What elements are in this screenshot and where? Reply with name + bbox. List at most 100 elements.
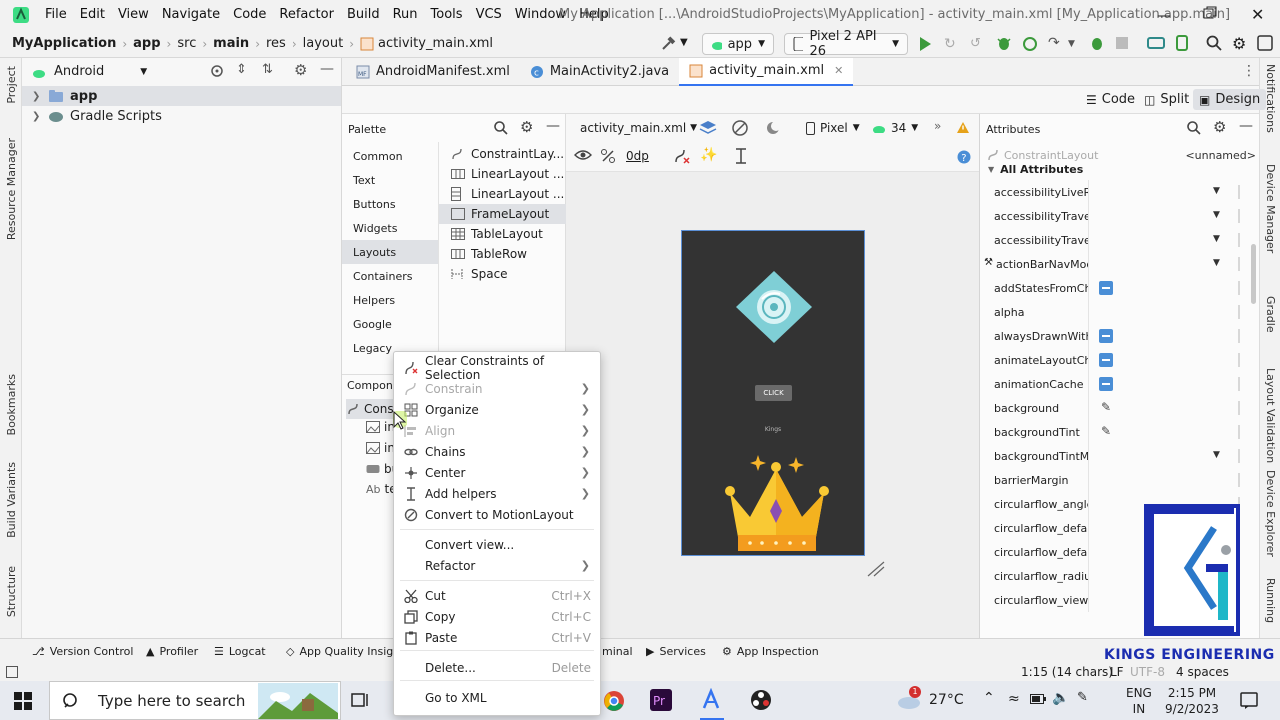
menu-refactor[interactable]: Refactor bbox=[279, 7, 334, 22]
menu-vcs[interactable]: VCS bbox=[476, 7, 502, 22]
stop-icon[interactable] bbox=[1116, 37, 1128, 49]
tool-window-bookmarks[interactable]: Bookmarks bbox=[5, 374, 18, 435]
premiere-taskbar-icon[interactable]: Pr bbox=[650, 689, 672, 711]
clear-constraints-toolbar-icon[interactable] bbox=[674, 148, 690, 164]
context-menu-item-convert-to-motionlayout[interactable]: Convert to MotionLayout bbox=[394, 504, 600, 525]
menu-file[interactable]: File bbox=[45, 7, 67, 22]
resource-picker-icon[interactable]: ✎ bbox=[1101, 400, 1111, 414]
mode-code-button[interactable]: ☰ Code bbox=[1086, 92, 1135, 107]
context-menu-item-center[interactable]: Center ❯ bbox=[394, 462, 600, 483]
breadcrumb-item[interactable]: MyApplication bbox=[12, 36, 116, 51]
attributes-hide-icon[interactable]: — bbox=[1239, 118, 1253, 134]
design-device-select[interactable]: Pixel ▼ bbox=[806, 121, 860, 135]
resize-handle-icon[interactable] bbox=[866, 560, 886, 578]
tool-services[interactable]: ▶ Services bbox=[646, 645, 706, 658]
menu-run[interactable]: Run bbox=[393, 7, 418, 22]
profile-icon[interactable] bbox=[1022, 36, 1038, 52]
chrome-taskbar-icon[interactable] bbox=[603, 690, 625, 712]
warning-icon[interactable] bbox=[956, 121, 970, 134]
tool-window-build-variants[interactable]: Build Variants bbox=[5, 462, 18, 538]
wifi-icon[interactable]: ≈ bbox=[1008, 691, 1020, 707]
attribute-value-field[interactable]: ▼ bbox=[1088, 180, 1250, 204]
android-studio-taskbar-icon[interactable] bbox=[700, 688, 724, 720]
context-menu-item-align[interactable]: Align ❯ bbox=[394, 420, 600, 441]
palette-settings-gear-icon[interactable]: ⚙ bbox=[520, 118, 533, 136]
obs-taskbar-icon[interactable] bbox=[750, 689, 772, 711]
run-config-select[interactable]: app ▼ bbox=[702, 33, 774, 55]
kings-text[interactable]: Kings bbox=[682, 426, 864, 433]
attribute-value-field[interactable] bbox=[1088, 468, 1250, 492]
attribute-value-field[interactable] bbox=[1088, 300, 1250, 324]
tool-version-control[interactable]: ⎇ Version Control bbox=[32, 645, 133, 658]
tab-activity-main[interactable]: activity_main.xml ✕ bbox=[679, 57, 854, 86]
tool-window-running[interactable]: Running bbox=[1264, 578, 1277, 623]
tool-app-quality-insights[interactable]: ◇ App Quality Insight bbox=[286, 645, 405, 658]
dropdown-chevron-icon[interactable]: ▼ bbox=[1213, 186, 1220, 196]
context-menu-item-cut[interactable]: Cut Ctrl+X bbox=[394, 585, 600, 606]
hammer-make-icon[interactable] bbox=[660, 36, 676, 52]
show-hidden-icons-chevron-icon[interactable]: ⌃ bbox=[983, 690, 995, 706]
locate-icon[interactable] bbox=[210, 64, 224, 78]
breadcrumb-item[interactable]: res bbox=[266, 36, 286, 51]
status-layout-icon[interactable] bbox=[6, 666, 18, 678]
tool-window-device-manager[interactable]: Device Manager bbox=[1264, 164, 1277, 253]
design-file-select[interactable]: activity_main.xml ▼ bbox=[580, 121, 697, 135]
show-system-ui-eye-icon[interactable] bbox=[574, 149, 592, 161]
palette-category-common[interactable]: Common bbox=[342, 144, 438, 168]
breadcrumb-item[interactable]: app bbox=[133, 36, 160, 51]
palette-item[interactable]: ConstraintLay... bbox=[439, 144, 566, 164]
attributes-scrollbar[interactable] bbox=[1251, 244, 1256, 304]
component-imageview-2[interactable]: in bbox=[366, 441, 395, 455]
caret-position[interactable]: 1:15 (14 chars) bbox=[1021, 665, 1113, 679]
tool-window-gradle[interactable]: Gradle bbox=[1264, 296, 1277, 333]
context-menu-item-clear-constraints-of-selection[interactable]: Clear Constraints of Selection bbox=[394, 354, 600, 382]
menu-view[interactable]: View bbox=[118, 7, 149, 22]
blueprint-layers-icon[interactable] bbox=[699, 120, 717, 136]
context-menu-item-chains[interactable]: Chains ❯ bbox=[394, 441, 600, 462]
attributes-search-icon[interactable] bbox=[1187, 121, 1201, 135]
attributes-settings-gear-icon[interactable]: ⚙ bbox=[1213, 118, 1226, 136]
infer-constraints-icon[interactable]: ✨ bbox=[700, 147, 717, 163]
breadcrumb-item[interactable]: src bbox=[177, 36, 196, 51]
more-run-chevron-icon[interactable]: ▼ bbox=[1068, 39, 1075, 49]
attribute-value-field[interactable]: ▼ bbox=[1088, 252, 1250, 276]
breadcrumb-item[interactable]: main bbox=[213, 36, 249, 51]
palette-item[interactable]: Space bbox=[439, 264, 566, 284]
menu-navigate[interactable]: Navigate bbox=[162, 7, 220, 22]
menu-edit[interactable]: Edit bbox=[80, 7, 105, 22]
breadcrumb-item[interactable]: layout bbox=[303, 36, 344, 51]
guidelines-icon[interactable] bbox=[734, 148, 748, 164]
device-mirroring-icon[interactable] bbox=[1147, 35, 1165, 51]
run-icon[interactable] bbox=[918, 36, 932, 52]
search-everywhere-icon[interactable] bbox=[1206, 35, 1222, 51]
crown-image[interactable] bbox=[720, 449, 832, 555]
palette-category-google[interactable]: Google bbox=[342, 312, 438, 336]
action-center-icon[interactable] bbox=[1240, 692, 1258, 710]
tree-item-app[interactable]: ❯ app bbox=[22, 86, 341, 106]
attribute-value-field[interactable]: ▼ bbox=[1088, 204, 1250, 228]
palette-item[interactable]: LinearLayout ... bbox=[439, 184, 566, 204]
palette-item[interactable]: TableRow bbox=[439, 244, 566, 264]
palette-category-widgets[interactable]: Widgets bbox=[342, 216, 438, 240]
line-separator[interactable]: LF bbox=[1110, 665, 1124, 679]
weather-temperature[interactable]: 27°C bbox=[929, 692, 964, 708]
context-menu-item-constrain[interactable]: Constrain ❯ bbox=[394, 378, 600, 399]
api-level-select[interactable]: 34 ▼ bbox=[872, 121, 918, 135]
tab-mainactivity2[interactable]: c MainActivity2.java bbox=[520, 58, 679, 86]
cd-logo-image[interactable] bbox=[732, 269, 816, 345]
clock[interactable]: 2:15 PM 9/2/2023 bbox=[1164, 685, 1220, 717]
apply-changes-icon[interactable]: ↺ bbox=[970, 36, 981, 51]
tool-window-resource-manager[interactable]: Resource Manager bbox=[5, 138, 18, 240]
windows-start-icon[interactable] bbox=[14, 692, 32, 710]
menu-code[interactable]: Code bbox=[233, 7, 266, 22]
tab-options-icon[interactable]: ⋮ bbox=[1242, 63, 1256, 79]
dropdown-chevron-icon[interactable]: ▼ bbox=[1213, 258, 1220, 268]
boolean-toggle-icon[interactable] bbox=[1099, 329, 1113, 343]
attribute-value-field[interactable] bbox=[1088, 324, 1250, 348]
component-imageview-1[interactable]: in bbox=[366, 420, 395, 434]
context-menu-item-refactor[interactable]: Refactor ❯ bbox=[394, 555, 600, 576]
click-button[interactable]: CLICK bbox=[755, 385, 792, 401]
tool-window-structure[interactable]: Structure bbox=[5, 566, 18, 617]
attribute-value-field[interactable] bbox=[1088, 348, 1250, 372]
chevron-down-icon[interactable]: ▼ bbox=[680, 37, 688, 48]
